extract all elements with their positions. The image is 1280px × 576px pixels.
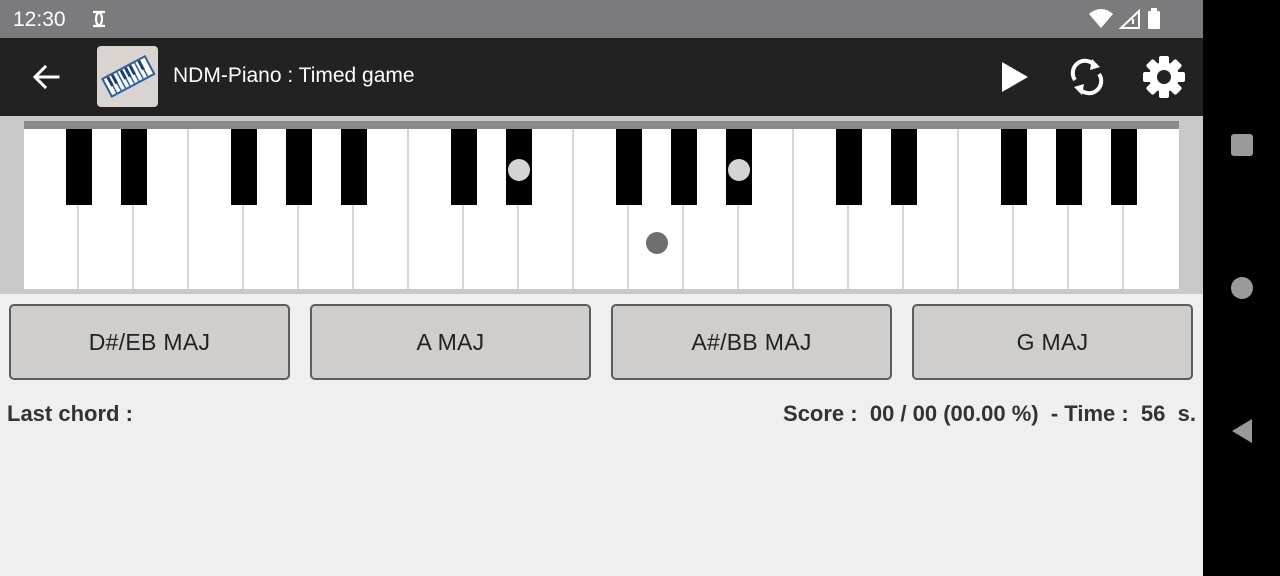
black-key[interactable]	[286, 129, 312, 205]
black-key[interactable]	[616, 129, 642, 205]
time-unit: s.	[1177, 401, 1196, 426]
last-chord-label: Last chord :	[7, 401, 133, 426]
back-arrow-icon[interactable]	[28, 59, 64, 95]
time-value: 56	[1140, 401, 1166, 426]
back-nav-button[interactable]	[1230, 418, 1254, 449]
page-title: NDM-Piano : Timed game	[173, 64, 415, 87]
system-navigation-bar	[1203, 0, 1280, 576]
black-key[interactable]	[66, 129, 92, 205]
chord-note-marker	[508, 159, 530, 181]
black-key[interactable]	[231, 129, 257, 205]
play-icon[interactable]	[996, 58, 1032, 96]
home-button[interactable]	[1230, 276, 1254, 305]
answer-button-2[interactable]: A MAJ	[310, 304, 591, 380]
status-bar: 12:30	[0, 0, 1203, 38]
black-key[interactable]	[891, 129, 917, 205]
score-time-line: Score : 00 / 00 (00.00 %) - Time : 56 s.	[783, 401, 1196, 427]
app-logo	[97, 46, 158, 107]
answer-button-3[interactable]: A#/BB MAJ	[611, 304, 892, 380]
black-key[interactable]	[451, 129, 477, 205]
chord-note-marker	[645, 232, 668, 254]
settings-icon[interactable]	[1142, 55, 1186, 99]
black-key[interactable]	[121, 129, 147, 205]
piano-keyboard-area	[0, 116, 1203, 294]
recents-button[interactable]	[1230, 133, 1254, 162]
wifi-icon	[1089, 9, 1113, 34]
black-key[interactable]	[1001, 129, 1027, 205]
refresh-icon[interactable]	[1066, 56, 1108, 98]
answer-button-4[interactable]: G MAJ	[912, 304, 1193, 380]
black-key[interactable]	[671, 129, 697, 205]
score-label: Score :	[783, 401, 858, 426]
black-key[interactable]	[836, 129, 862, 205]
black-key[interactable]	[1111, 129, 1137, 205]
time-label: - Time :	[1050, 401, 1129, 426]
black-key[interactable]	[1056, 129, 1082, 205]
status-time: 12:30	[13, 8, 66, 31]
app-bar: NDM-Piano : Timed game	[0, 38, 1203, 116]
black-key[interactable]	[341, 129, 367, 205]
battery-icon	[1147, 8, 1161, 35]
score-value: 00 / 00 (00.00 %)	[869, 401, 1039, 426]
chord-note-marker	[728, 159, 750, 181]
answer-button-1[interactable]: D#/EB MAJ	[9, 304, 290, 380]
piano-keyboard	[24, 121, 1179, 289]
signal-icon	[1118, 8, 1141, 34]
sync-notification-icon	[90, 8, 108, 35]
